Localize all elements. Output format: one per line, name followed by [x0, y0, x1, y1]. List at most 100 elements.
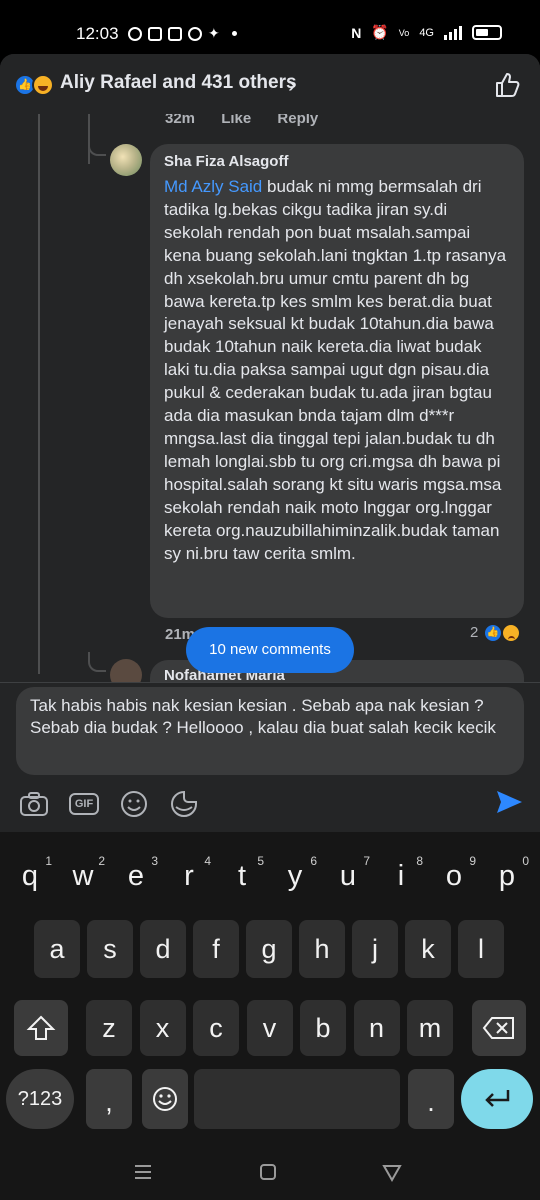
sticker-icon[interactable] — [168, 789, 200, 819]
mention-link[interactable]: Md Azly Said — [164, 177, 262, 196]
emoji-icon[interactable] — [118, 789, 150, 819]
symbols-key[interactable]: ?123 — [6, 1069, 74, 1129]
status-time: 12:03 — [76, 24, 119, 43]
comment-composer: Tak habis habis nak kesian kesian . Seba… — [0, 682, 540, 844]
key-c[interactable]: c — [193, 1000, 239, 1056]
camera-icon[interactable] — [18, 789, 50, 819]
key-m[interactable]: m — [407, 1000, 453, 1056]
key-o[interactable]: 9o — [432, 854, 476, 893]
backspace-key[interactable] — [472, 1000, 526, 1056]
sad-icon — [501, 623, 521, 643]
comment-bubble[interactable]: Sha Fiza Alsagoff Md Azly Said budak ni … — [150, 144, 524, 618]
key-y[interactable]: 6y — [273, 854, 317, 893]
key-p[interactable]: 0p — [485, 854, 529, 893]
key-hint: 0 — [522, 854, 529, 868]
key-k[interactable]: k — [405, 920, 451, 978]
key-w[interactable]: 2w — [61, 854, 105, 893]
key-t[interactable]: 5t — [220, 854, 264, 893]
key-b[interactable]: b — [300, 1000, 346, 1056]
comments-sheet: 👍 Aliy Rafael and 431 others › 32m Like … — [0, 54, 540, 844]
whatsapp-icon — [128, 26, 142, 41]
key-n[interactable]: n — [353, 1000, 400, 1056]
key-label: y — [287, 860, 303, 892]
key-label: e — [127, 860, 145, 892]
keyboard: 1q2w3e4r5t6y7u8i9o0p asdfghjkl zxcvbnm ?… — [0, 832, 540, 1142]
thread-connector — [88, 652, 106, 672]
key-label: i — [397, 860, 405, 892]
comma-key[interactable]: , — [86, 1069, 132, 1129]
thread-connector — [88, 132, 106, 156]
key-label: r — [184, 860, 194, 892]
space-key[interactable] — [194, 1069, 400, 1129]
key-e[interactable]: 3e — [114, 854, 158, 893]
comment-author[interactable]: Sha Fiza Alsagoff — [164, 153, 510, 170]
key-hint: 4 — [204, 854, 211, 868]
more-notifications-icon — [231, 31, 237, 36]
key-hint: 9 — [469, 854, 476, 868]
system-nav-bar — [0, 1142, 540, 1200]
period-key[interactable]: . — [408, 1069, 454, 1129]
key-i[interactable]: 8i — [379, 854, 423, 893]
shift-key[interactable] — [14, 1000, 68, 1056]
send-icon[interactable] — [494, 787, 524, 817]
emoji-key[interactable] — [142, 1069, 188, 1129]
enter-icon — [485, 1090, 510, 1107]
avatar[interactable] — [110, 144, 142, 176]
thumbs-up-icon[interactable] — [494, 71, 522, 99]
key-hint: 8 — [416, 854, 423, 868]
key-h[interactable]: h — [299, 920, 345, 978]
key-hint: 6 — [310, 854, 317, 868]
comment-text: Md Azly Said budak ni mmg bermsalah dri … — [164, 176, 510, 565]
like-icon: 👍 — [483, 623, 503, 643]
instagram-icon — [188, 26, 202, 41]
key-label: o — [445, 860, 463, 892]
comment-text-body: budak ni mmg bermsalah dri tadika lg.bek… — [164, 177, 507, 563]
enter-key[interactable] — [461, 1069, 533, 1129]
notification-icons: ✦ — [128, 25, 237, 42]
key-f[interactable]: f — [193, 920, 239, 978]
volte-icon: Vo — [398, 27, 410, 38]
composer-tools: GIF — [18, 789, 200, 819]
gif-label: GIF — [68, 793, 100, 815]
key-l[interactable]: l — [458, 920, 504, 978]
key-j[interactable]: j — [352, 920, 398, 978]
comment-input[interactable]: Tak habis habis nak kesian kesian . Seba… — [16, 687, 524, 775]
key-d[interactable]: d — [140, 920, 186, 978]
key-label: w — [72, 860, 94, 892]
thread-line — [38, 114, 40, 674]
home-icon[interactable] — [256, 1160, 280, 1184]
signal-icon — [444, 25, 462, 40]
shift-icon — [26, 1015, 56, 1040]
key-v[interactable]: v — [246, 1000, 293, 1056]
battery-icon — [472, 25, 502, 40]
key-u[interactable]: 7u — [326, 854, 370, 893]
key-label: u — [339, 860, 357, 892]
back-icon[interactable] — [380, 1160, 404, 1184]
key-label: t — [237, 860, 247, 892]
key-s[interactable]: s — [87, 920, 133, 978]
reactions-header[interactable]: 👍 Aliy Rafael and 431 others › — [0, 54, 540, 114]
key-g[interactable]: g — [246, 920, 292, 978]
key-label: p — [498, 860, 516, 892]
key-q[interactable]: 1q — [8, 854, 52, 893]
nfc-icon: N — [351, 24, 362, 41]
key-hint: 7 — [363, 854, 370, 868]
key-hint: 5 — [257, 854, 264, 868]
network-type: 4G — [419, 26, 434, 39]
key-z[interactable]: z — [86, 1000, 132, 1056]
reactors-title[interactable]: Aliy Rafael and 431 others — [60, 72, 297, 94]
backspace-icon — [482, 1017, 514, 1039]
new-comments-button[interactable]: 10 new comments — [186, 627, 354, 673]
key-a[interactable]: a — [34, 920, 80, 978]
chevron-right-icon[interactable]: › — [288, 73, 296, 97]
reaction-count[interactable]: 2 — [470, 624, 478, 641]
gif-icon[interactable]: GIF — [68, 789, 100, 819]
haha-icon — [32, 74, 54, 96]
notification-app-icon — [148, 26, 162, 41]
key-r[interactable]: 4r — [167, 854, 211, 893]
header-reactions: 👍 — [14, 74, 58, 96]
menu-icon[interactable] — [131, 1160, 155, 1184]
key-hint: 1 — [45, 854, 52, 868]
key-x[interactable]: x — [139, 1000, 186, 1056]
twitter-icon: ✦ — [208, 25, 220, 41]
